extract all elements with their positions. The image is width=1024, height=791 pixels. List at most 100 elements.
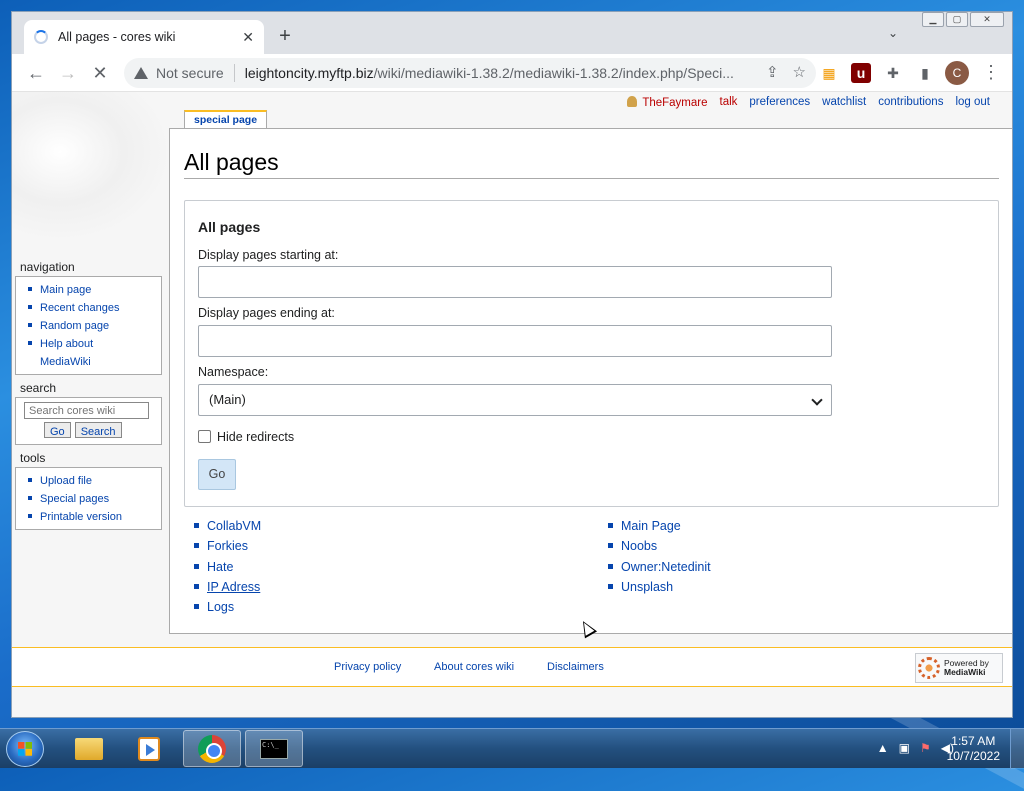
powered-by-text: Powered by MediaWiki <box>944 659 989 677</box>
talk-link[interactable]: talk <box>720 96 738 109</box>
window-controls: ▁ ▢ ✕ <box>922 12 1004 27</box>
sidebar-item-help-continued[interactable]: MediaWiki <box>28 353 161 371</box>
about-link[interactable]: About cores wiki <box>434 661 514 673</box>
preferences-link[interactable]: preferences <box>749 96 810 109</box>
share-icon[interactable]: ⇪ <box>766 63 779 81</box>
loading-spinner-icon <box>34 30 48 44</box>
watchlist-link[interactable]: watchlist <box>822 96 866 109</box>
tools-heading: tools <box>20 451 46 465</box>
browser-toolbar: ← → ✕ Not secure leightoncity.myftp.biz … <box>12 54 1012 92</box>
powered-by-mediawiki-badge[interactable]: Powered by MediaWiki <box>915 653 1003 683</box>
minimize-button[interactable]: ▁ <box>922 12 944 27</box>
page-link[interactable]: Noobs <box>608 539 711 559</box>
sidebar-item-help[interactable]: Help about <box>28 335 161 353</box>
clock[interactable]: 1:57 AM 10/7/2022 <box>947 734 1000 764</box>
extensions-puzzle-icon[interactable]: ✚ <box>883 63 903 83</box>
chrome-menu-icon[interactable]: ⋮ <box>982 62 1000 83</box>
system-tray: ▲ ▣ ⚑ ◀) <box>877 741 954 755</box>
media-player-icon <box>138 736 160 761</box>
to-label: Display pages ending at: <box>198 306 335 320</box>
clock-date: 10/7/2022 <box>946 749 1000 763</box>
start-button[interactable] <box>6 731 44 767</box>
sidebar: navigation Main page Recent changes Rand… <box>15 260 162 536</box>
page-link[interactable]: Logs <box>194 600 261 620</box>
personal-tools: TheFaymare talk preferences watchlist co… <box>627 96 990 109</box>
tab-all-pages[interactable]: All pages - cores wiki ✕ <box>24 20 264 54</box>
maximize-button[interactable]: ▢ <box>946 12 968 27</box>
sidebar-item-random-page[interactable]: Random page <box>28 317 161 335</box>
clock-time: 1:57 AM <box>951 734 996 748</box>
privacy-policy-link[interactable]: Privacy policy <box>334 661 401 673</box>
to-input[interactable] <box>198 325 832 357</box>
from-input[interactable] <box>198 266 832 298</box>
url-path: /wiki/mediawiki-1.38.2/mediawiki-1.38.2/… <box>373 65 734 81</box>
page-link[interactable]: Owner:Netedinit <box>608 560 711 580</box>
search-heading: search <box>20 381 57 395</box>
search-button[interactable]: Search <box>74 422 122 438</box>
user-link[interactable]: TheFaymare <box>627 96 708 109</box>
namespace-label: Namespace: <box>198 365 269 379</box>
mediawiki-logo-icon <box>918 657 940 679</box>
cmd-taskbar-button[interactable]: C:\_ <box>245 730 303 767</box>
chrome-icon <box>198 734 226 763</box>
tools-portlet: Upload file Special pages Printable vers… <box>15 467 162 530</box>
stop-loading-button[interactable]: ✕ <box>89 62 111 84</box>
disclaimers-link[interactable]: Disclaimers <box>547 661 604 673</box>
search-go-button[interactable]: Go <box>44 422 71 438</box>
page-link[interactable]: Forkies <box>194 539 261 559</box>
from-label: Display pages starting at: <box>198 248 339 262</box>
security-status[interactable]: Not secure <box>156 65 224 81</box>
search-portlet: Go Search <box>15 397 162 445</box>
show-desktop-button[interactable] <box>1010 729 1024 769</box>
logout-link[interactable]: log out <box>955 96 990 109</box>
hide-redirects-checkbox[interactable] <box>198 430 211 443</box>
page-link[interactable]: IP Adress <box>194 580 261 600</box>
sidebar-item-special-pages[interactable]: Special pages <box>28 490 161 508</box>
back-button[interactable]: ← <box>25 62 47 84</box>
ublock-extension-icon[interactable]: u <box>851 63 871 83</box>
page-link[interactable]: Unsplash <box>608 580 711 600</box>
namespace-select[interactable]: (Main) <box>198 384 832 416</box>
folder-icon <box>75 737 103 760</box>
page-link[interactable]: Hate <box>194 560 261 580</box>
action-center-flag-icon[interactable]: ⚑ <box>920 741 931 755</box>
show-hidden-icons-icon[interactable]: ▲ <box>877 741 889 755</box>
forward-button[interactable]: → <box>57 62 79 84</box>
address-bar[interactable]: Not secure leightoncity.myftp.biz /wiki/… <box>124 58 816 88</box>
close-icon[interactable]: ✕ <box>242 29 254 46</box>
tab-search-button[interactable]: ⌄ <box>888 26 898 40</box>
chrome-taskbar-button[interactable] <box>183 730 241 767</box>
sidebar-item-upload-file[interactable]: Upload file <box>28 472 161 490</box>
tab-title: All pages - cores wiki <box>58 30 176 44</box>
search-buttons: Go Search <box>44 422 161 438</box>
profile-avatar[interactable]: C <box>945 61 969 85</box>
page-title: All pages <box>184 149 999 179</box>
new-tab-button[interactable]: + <box>274 25 296 47</box>
wiki-page: TheFaymare talk preferences watchlist co… <box>12 92 1012 717</box>
contributions-link[interactable]: contributions <box>878 96 943 109</box>
explorer-taskbar-button[interactable] <box>60 730 118 767</box>
sidebar-item-main-page[interactable]: Main page <box>28 281 161 299</box>
form-legend: All pages <box>198 219 261 235</box>
bookmark-star-icon[interactable]: ☆ <box>793 63 806 81</box>
side-panel-icon[interactable]: ▮ <box>915 63 935 83</box>
warning-icon <box>134 67 148 79</box>
chrome-window: All pages - cores wiki ✕ + ⌄ ▁ ▢ ✕ ← → ✕… <box>11 11 1013 718</box>
page-link[interactable]: Main Page <box>608 519 711 539</box>
tab-special-page[interactable]: special page <box>184 110 268 129</box>
hide-redirects-label[interactable]: Hide redirects <box>217 430 294 444</box>
close-window-button[interactable]: ✕ <box>970 12 1004 27</box>
media-player-taskbar-button[interactable] <box>120 730 178 767</box>
page-link[interactable]: CollabVM <box>194 519 261 539</box>
rss-extension-icon[interactable]: ▦ <box>819 63 839 83</box>
user-name: TheFaymare <box>642 97 708 109</box>
all-pages-form: All pages Display pages starting at: Dis… <box>184 200 999 507</box>
page-list-column-2: Main Page Noobs Owner:Netedinit Unsplash <box>608 519 711 600</box>
tab-strip: All pages - cores wiki ✕ + ⌄ ▁ ▢ ✕ <box>12 12 1012 54</box>
sidebar-item-printable-version[interactable]: Printable version <box>28 508 161 526</box>
sidebar-item-recent-changes[interactable]: Recent changes <box>28 299 161 317</box>
search-input[interactable] <box>24 402 149 419</box>
footer: Privacy policy About cores wiki Disclaim… <box>12 647 1012 687</box>
network-icon[interactable]: ▣ <box>899 741 910 755</box>
go-button[interactable]: Go <box>198 459 236 490</box>
